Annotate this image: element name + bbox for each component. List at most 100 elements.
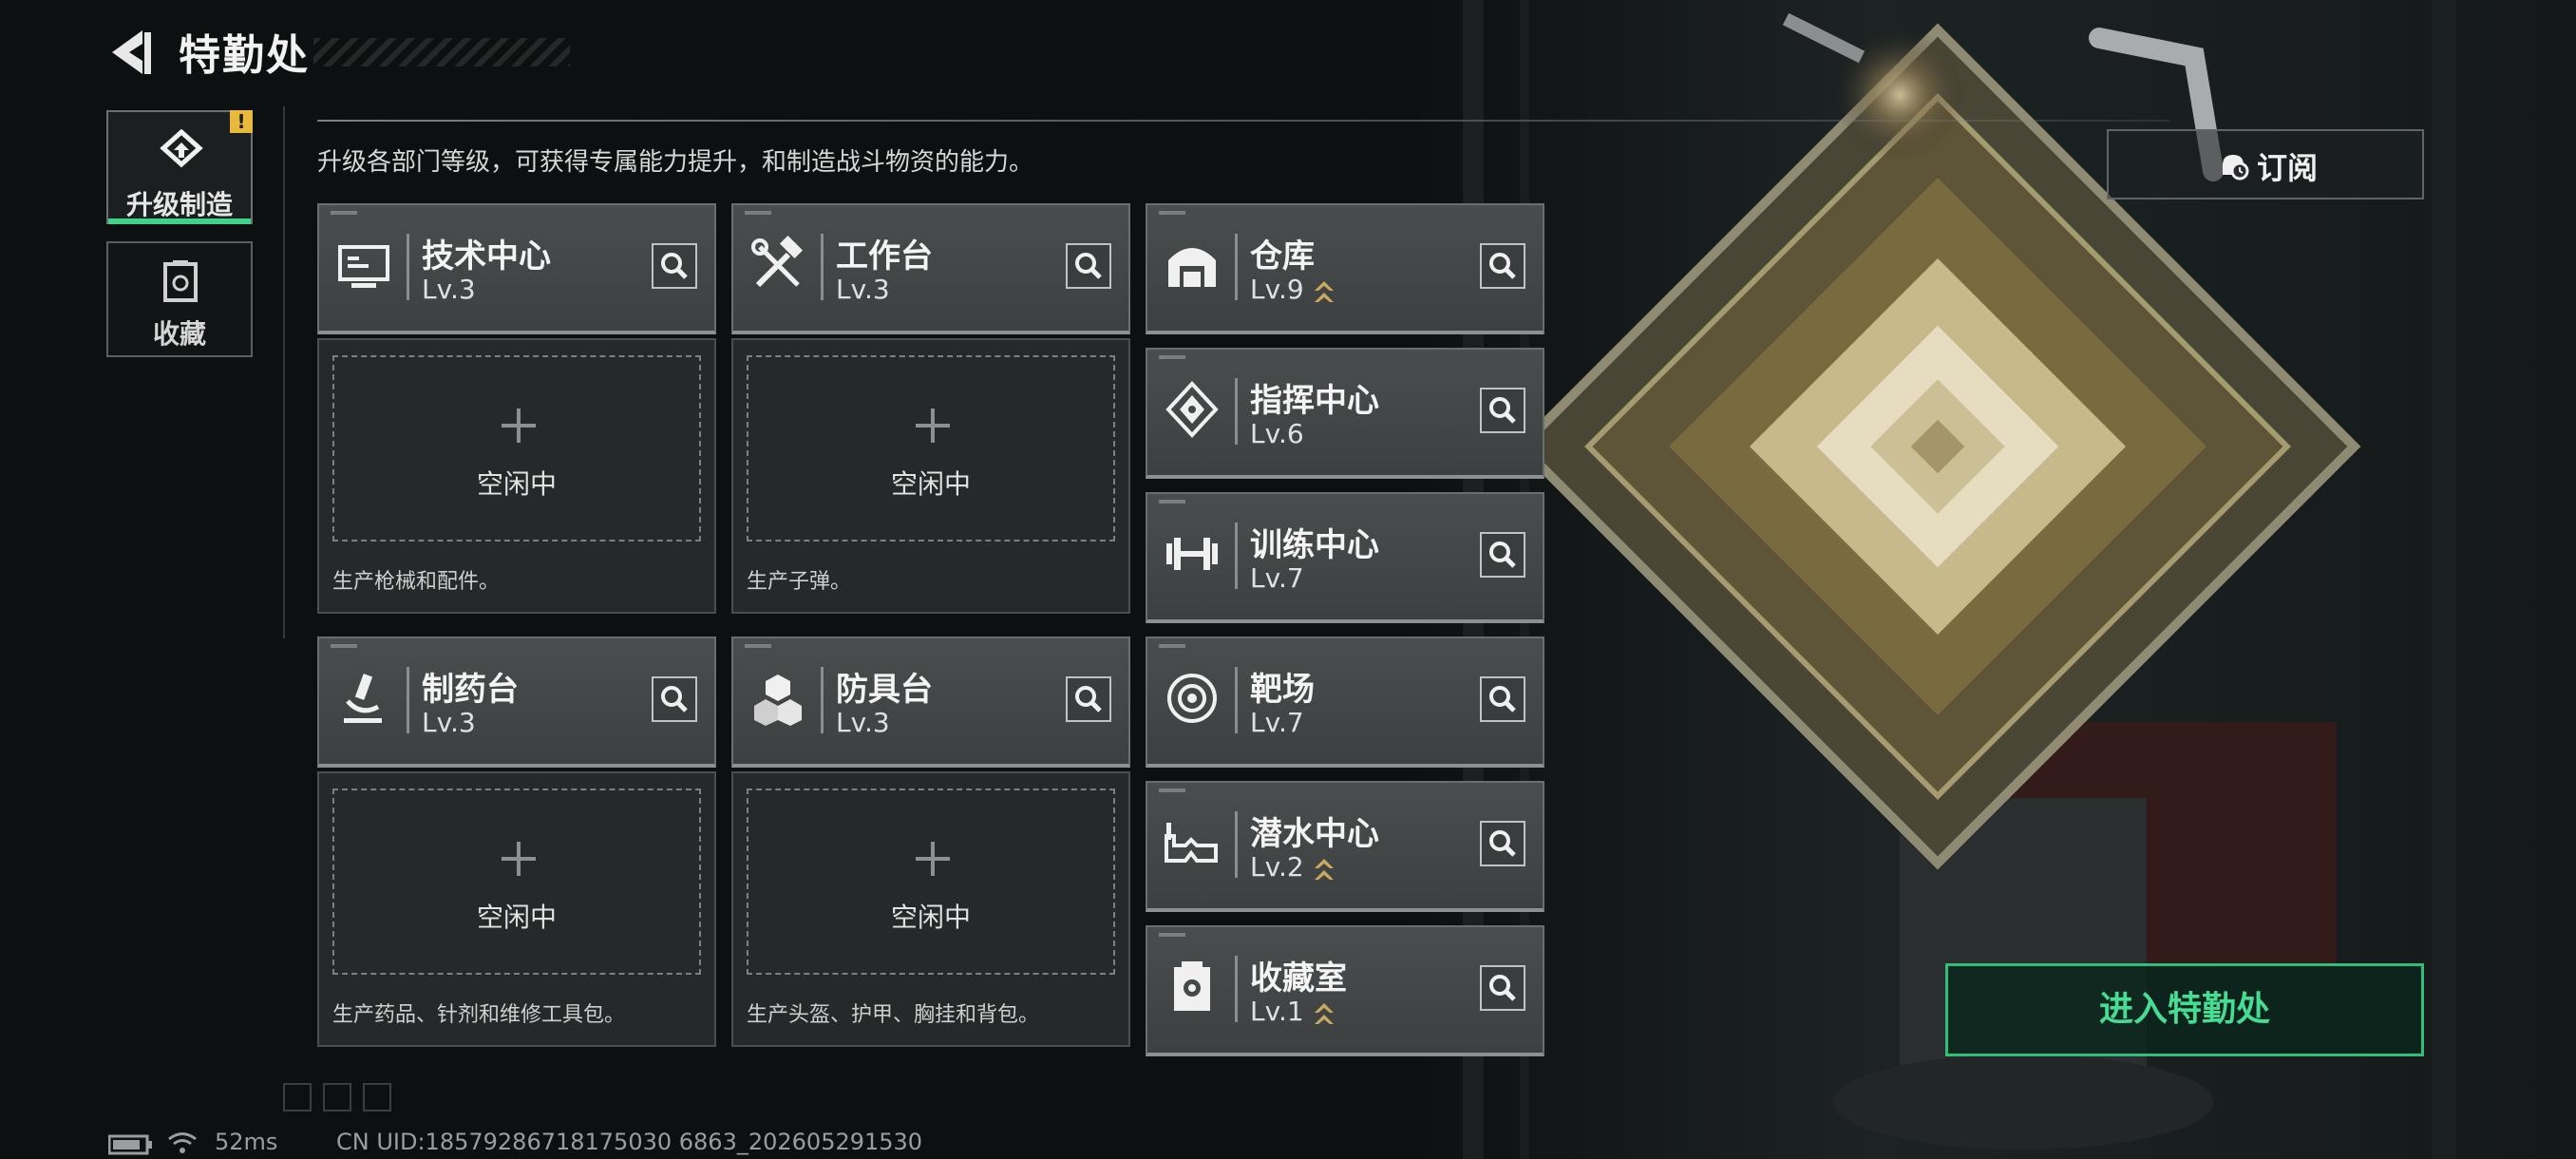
subscribe-label: 订阅 — [2257, 150, 2319, 186]
plus-icon — [502, 408, 536, 443]
dumbbell-icon — [1166, 538, 1218, 570]
search-icon — [661, 686, 688, 712]
decor-square — [363, 1083, 391, 1112]
ping-readout: 52ms — [215, 1129, 278, 1155]
tab-upgrade-craft[interactable]: 升级制造 ! — [106, 110, 253, 224]
plus-icon — [916, 408, 950, 443]
microscope-icon — [344, 674, 382, 723]
idle-status: 空闲中 — [476, 902, 557, 933]
decor-square — [283, 1083, 312, 1112]
search-icon — [661, 253, 688, 279]
back-button[interactable] — [106, 27, 154, 78]
facility-level: Lv.3 — [422, 707, 476, 738]
search-icon — [1075, 253, 1102, 279]
active-tab-indicator — [108, 218, 251, 224]
facility-name: 制药台 — [422, 671, 519, 709]
add-production-slot[interactable]: 空闲中 — [332, 355, 701, 542]
search-icon — [1489, 975, 1516, 1001]
facility-shooting-range[interactable]: 靶场 Lv.7 — [1146, 636, 1544, 768]
facility-armor-bench[interactable]: 防具台 Lv.3 — [731, 636, 1130, 768]
production-panel-workbench: 空闲中 生产子弹。 — [731, 338, 1130, 614]
upgrade-available-icon — [1315, 281, 1334, 302]
diving-mask-icon — [1165, 823, 1218, 863]
target-icon — [1167, 674, 1217, 723]
collection-case-icon — [1174, 961, 1210, 1011]
inspect-button[interactable] — [652, 243, 697, 289]
cubes-icon — [754, 674, 802, 726]
wifi-icon — [168, 1132, 197, 1153]
facility-level: Lv.2 — [1250, 851, 1304, 883]
decor-square — [323, 1083, 351, 1112]
production-description: 生产子弹。 — [747, 570, 852, 594]
title-decoration — [313, 38, 570, 66]
facility-warehouse[interactable]: 仓库 Lv.9 — [1146, 203, 1544, 334]
production-description: 生产枪械和配件。 — [332, 570, 501, 594]
production-panel-pharmacy: 空闲中 生产药品、针剂和维修工具包。 — [317, 771, 716, 1047]
warehouse-icon — [1168, 248, 1216, 287]
inspect-button[interactable] — [1480, 965, 1525, 1011]
inspect-button[interactable] — [1480, 532, 1525, 578]
idle-status: 空闲中 — [476, 468, 557, 500]
top-divider — [317, 120, 2169, 122]
idle-status: 空闲中 — [890, 902, 971, 933]
facility-diving-center[interactable]: 潜水中心 Lv.2 — [1146, 781, 1544, 912]
facility-name: 潜水中心 — [1250, 815, 1379, 853]
facility-name: 靶场 — [1250, 671, 1315, 709]
command-chip-icon — [1165, 381, 1219, 438]
facility-pharmacy[interactable]: 制药台 Lv.3 — [317, 636, 716, 768]
subscribe-button[interactable]: 订阅 — [2107, 129, 2424, 200]
monitor-icon — [338, 245, 389, 288]
nav-divider — [283, 106, 285, 638]
add-production-slot[interactable]: 空闲中 — [332, 788, 701, 975]
facility-workbench[interactable]: 工作台 Lv.3 — [731, 203, 1130, 334]
facility-level: Lv.6 — [1250, 418, 1304, 449]
section-description: 升级各部门等级，可获得专属能力提升，和制造战斗物资的能力。 — [317, 148, 1034, 177]
search-icon — [1075, 686, 1102, 712]
inspect-button[interactable] — [1480, 676, 1525, 722]
inspect-button[interactable] — [1480, 243, 1525, 289]
page-title: 特勤处 — [179, 31, 310, 80]
search-icon — [1489, 542, 1516, 568]
facility-name: 仓库 — [1250, 238, 1315, 276]
add-production-slot[interactable]: 空闲中 — [747, 355, 1115, 542]
facility-name: 技术中心 — [422, 238, 551, 276]
back-arrow-icon — [112, 30, 151, 74]
facility-level: Lv.3 — [836, 707, 890, 738]
upgrade-available-icon — [1315, 859, 1334, 880]
facility-name: 指挥中心 — [1250, 382, 1379, 420]
inspect-button[interactable] — [1066, 676, 1111, 722]
enter-special-ops-button[interactable]: 进入特勤处 — [1945, 963, 2424, 1056]
plus-icon — [916, 842, 950, 876]
facility-name: 工作台 — [836, 238, 933, 276]
facility-training-center[interactable]: 训练中心 Lv.7 — [1146, 492, 1544, 623]
facility-level: Lv.7 — [1250, 562, 1304, 594]
alert-badge: ! — [230, 110, 253, 133]
inspect-button[interactable] — [1480, 821, 1525, 866]
inspect-button[interactable] — [652, 676, 697, 722]
facility-command-center[interactable]: 指挥中心 Lv.6 — [1146, 348, 1544, 479]
collection-case-icon — [163, 260, 198, 302]
tab-collection[interactable]: 收藏 — [106, 241, 253, 357]
plus-icon — [502, 842, 536, 876]
add-production-slot[interactable]: 空闲中 — [747, 788, 1115, 975]
tab-upgrade-craft-label: 升级制造 — [125, 189, 233, 220]
production-description: 生产药品、针剂和维修工具包。 — [332, 1003, 626, 1027]
idle-status: 空闲中 — [890, 468, 971, 500]
inspect-button[interactable] — [1066, 243, 1111, 289]
search-icon — [1489, 686, 1516, 712]
facility-level: Lv.3 — [422, 274, 476, 305]
facility-tech-center[interactable]: 技术中心 Lv.3 — [317, 203, 716, 334]
facility-level: Lv.3 — [836, 274, 890, 305]
inspect-button[interactable] — [1480, 388, 1525, 433]
subscribe-bell-icon — [2223, 155, 2249, 180]
tab-collection-label: 收藏 — [152, 318, 206, 350]
search-icon — [1489, 830, 1516, 857]
upgrade-icon — [160, 129, 203, 168]
facility-name: 收藏室 — [1250, 960, 1347, 998]
enter-button-label: 进入特勤处 — [2098, 990, 2270, 1029]
production-panel-armor-bench: 空闲中 生产头盔、护甲、胸挂和背包。 — [731, 771, 1130, 1047]
production-panel-tech-center: 空闲中 生产枪械和配件。 — [317, 338, 716, 614]
battery-icon — [108, 1134, 152, 1155]
facility-collection-room[interactable]: 收藏室 Lv.1 — [1146, 925, 1544, 1056]
facility-name: 训练中心 — [1250, 526, 1379, 564]
